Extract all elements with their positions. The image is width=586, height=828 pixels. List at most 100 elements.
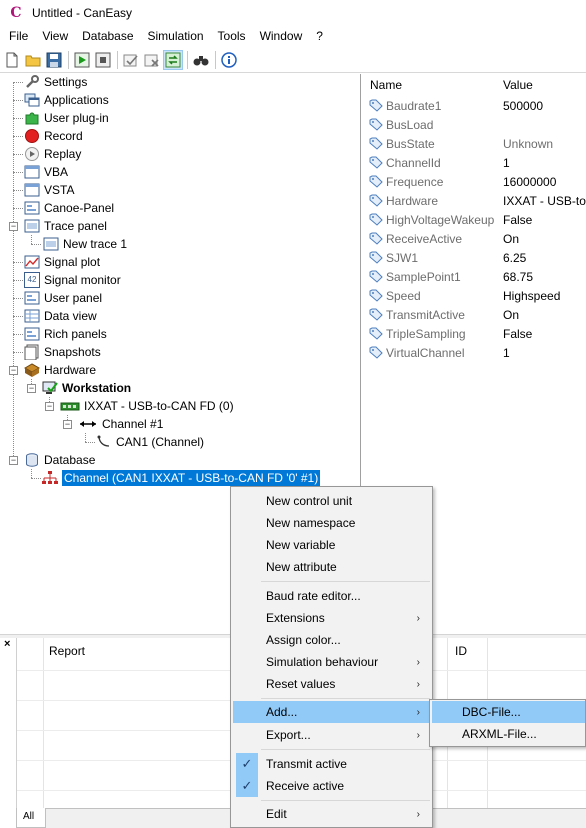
hardware-collapse-toggle[interactable]: − — [9, 366, 18, 375]
property-value[interactable]: 1 — [503, 346, 510, 360]
property-row[interactable]: Frequence 16000000 — [364, 172, 586, 191]
tree-item-applications[interactable]: Applications — [24, 91, 109, 109]
property-row[interactable]: ChannelId 1 — [364, 153, 586, 172]
start-simulation-icon[interactable] — [73, 51, 91, 69]
property-row[interactable]: SamplePoint1 68.75 — [364, 267, 586, 286]
open-folder-icon[interactable] — [24, 51, 42, 69]
ixxat-collapse-toggle[interactable]: − — [45, 402, 54, 411]
property-value[interactable]: 16000000 — [503, 175, 556, 189]
tree-item-data-view[interactable]: Data view — [24, 307, 97, 325]
tree-item-signal-monitor[interactable]: 42 Signal monitor — [24, 271, 121, 289]
menu-item-assign-color[interactable]: Assign color... — [233, 629, 430, 651]
binoculars-icon[interactable] — [192, 51, 210, 69]
tree-item-replay[interactable]: Replay — [24, 145, 81, 163]
property-tag-icon — [369, 288, 383, 302]
tab-all[interactable]: All — [16, 808, 46, 828]
database-collapse-toggle[interactable]: − — [9, 456, 18, 465]
menu-item-new-namespace[interactable]: New namespace — [233, 512, 430, 534]
property-value[interactable]: IXXAT - USB-to- — [503, 194, 586, 208]
tree-item-user-plug-in[interactable]: User plug-in — [24, 109, 109, 127]
tree-item-vsta[interactable]: VSTA — [24, 181, 74, 199]
tree-item-label: Data view — [44, 309, 97, 323]
tree-item-hardware[interactable]: Hardware — [23, 361, 97, 379]
property-value[interactable]: False — [503, 327, 532, 341]
column-header-value[interactable]: Value — [503, 78, 533, 92]
info-icon[interactable] — [220, 51, 238, 69]
tree-item-ixxat-device[interactable]: IXXAT - USB-to-CAN FD (0) — [60, 397, 234, 415]
property-value[interactable]: False — [503, 213, 532, 227]
menu-item-extensions[interactable]: Extensions › — [233, 607, 430, 629]
tree-item-database[interactable]: Database — [24, 451, 95, 469]
column-header-name[interactable]: Name — [370, 78, 402, 92]
menu-item-reset-values[interactable]: Reset values › — [233, 673, 430, 695]
property-row[interactable]: Speed Highspeed — [364, 286, 586, 305]
tree-item-settings[interactable]: Settings — [24, 73, 87, 91]
property-value[interactable]: 1 — [503, 156, 510, 170]
menu-item-transmit-active[interactable]: ✓ Transmit active — [233, 753, 430, 775]
tree-item-trace-panel[interactable]: Trace panel — [24, 217, 107, 235]
tree-item-signal-plot[interactable]: Signal plot — [24, 253, 100, 271]
tree-item-new-trace-1[interactable]: New trace 1 — [43, 235, 127, 253]
property-row[interactable]: SJW1 6.25 — [364, 248, 586, 267]
close-icon[interactable]: × — [4, 638, 10, 650]
menu-item-new-variable[interactable]: New variable — [233, 534, 430, 556]
new-file-icon[interactable] — [3, 51, 21, 69]
tree-item-canoe-panel[interactable]: Canoe-Panel — [24, 199, 114, 217]
menu-item-baud-rate-editor[interactable]: Baud rate editor... — [233, 585, 430, 607]
property-value[interactable]: On — [503, 308, 519, 322]
tree-item-rich-panels[interactable]: Rich panels — [24, 325, 107, 343]
tree-item-channel-can1-ixxat[interactable]: Channel (CAN1 IXXAT - USB-to-CAN FD '0' … — [42, 469, 322, 487]
menu-item-arxml-file[interactable]: ARXML-File... — [432, 723, 585, 745]
property-value[interactable]: 500000 — [503, 99, 543, 113]
menu-item-edit[interactable]: Edit › — [233, 803, 430, 825]
save-icon[interactable] — [45, 51, 63, 69]
stop-simulation-icon[interactable] — [94, 51, 112, 69]
workstation-collapse-toggle[interactable]: − — [27, 384, 36, 393]
tree-item-user-panel[interactable]: User panel — [24, 289, 102, 307]
menu-window[interactable]: Window — [253, 26, 310, 46]
menu-item-new-control-unit[interactable]: New control unit — [233, 490, 430, 512]
menu-help[interactable]: ? — [309, 26, 330, 46]
menu-database[interactable]: Database — [75, 26, 140, 46]
property-row[interactable]: Hardware IXXAT - USB-to- — [364, 191, 586, 210]
property-row[interactable]: ReceiveActive On — [364, 229, 586, 248]
column-header-id[interactable]: ID — [455, 644, 467, 658]
tree-connector — [13, 82, 14, 460]
tree-item-workstation[interactable]: Workstation — [42, 379, 131, 397]
property-row[interactable]: TransmitActive On — [364, 305, 586, 324]
property-row[interactable]: HighVoltageWakeup False — [364, 210, 586, 229]
menu-file[interactable]: File — [2, 26, 35, 46]
property-row[interactable]: BusState Unknown — [364, 134, 586, 153]
menu-item-receive-active[interactable]: ✓ Receive active — [233, 775, 430, 797]
menu-item-export[interactable]: Export... › — [233, 724, 430, 746]
tree-connector — [13, 334, 23, 335]
menu-item-simulation-behaviour[interactable]: Simulation behaviour › — [233, 651, 430, 673]
property-row[interactable]: Baudrate1 500000 — [364, 96, 586, 115]
menu-tools[interactable]: Tools — [211, 26, 253, 46]
menu-item-new-attribute[interactable]: New attribute — [233, 556, 430, 578]
property-value[interactable]: 6.25 — [503, 251, 526, 265]
property-row[interactable]: VirtualChannel 1 — [364, 343, 586, 362]
sync-icon[interactable] — [163, 49, 183, 70]
property-value[interactable]: Unknown — [503, 137, 553, 151]
tree-item-snapshots[interactable]: Snapshots — [24, 343, 101, 361]
check-icon[interactable] — [122, 51, 140, 69]
tree-item-label: Hardware — [44, 363, 97, 377]
menu-simulation[interactable]: Simulation — [141, 26, 211, 46]
menu-item-dbc-file[interactable]: DBC-File... — [432, 701, 585, 723]
property-row[interactable]: TripleSampling False — [364, 324, 586, 343]
tree-item-channel-1[interactable]: Channel #1 — [78, 415, 163, 433]
tree-item-record[interactable]: Record — [24, 127, 83, 145]
trace-panel-collapse-toggle[interactable]: − — [9, 222, 18, 231]
property-value[interactable]: On — [503, 232, 519, 246]
property-value[interactable]: 68.75 — [503, 270, 533, 284]
property-value[interactable]: Highspeed — [503, 289, 560, 303]
column-header-report[interactable]: Report — [49, 644, 85, 658]
channel1-collapse-toggle[interactable]: − — [63, 420, 72, 429]
tree-item-can1-channel[interactable]: CAN1 (Channel) — [96, 433, 204, 451]
tree-item-vba[interactable]: VBA — [24, 163, 68, 181]
menu-view[interactable]: View — [35, 26, 75, 46]
cancel-check-icon[interactable] — [143, 51, 161, 69]
menu-item-add[interactable]: Add... › — [233, 701, 430, 723]
property-row[interactable]: BusLoad — [364, 115, 586, 134]
